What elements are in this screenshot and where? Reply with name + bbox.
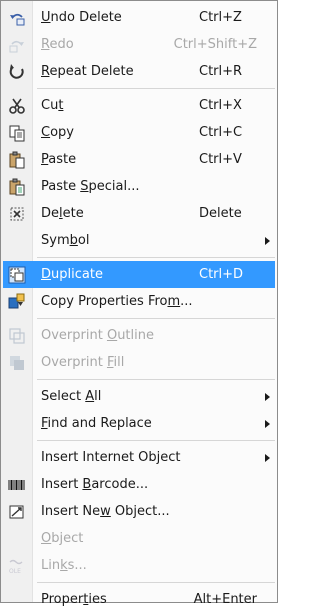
menu-item-links: OLE Links... — [3, 552, 275, 579]
menu-item-delete[interactable]: Delete Delete — [3, 200, 275, 227]
menu-item-shortcut: Ctrl+C — [199, 125, 243, 140]
menu-item-select-all[interactable]: Select All — [3, 383, 275, 410]
menu-item-paste-special[interactable]: Paste Special... — [3, 173, 275, 200]
menu-item-label: Insert Barcode... — [41, 477, 149, 492]
menu-item-label: Paste Special... — [41, 179, 140, 194]
menu-item-insert-new-object[interactable]: Insert New Object... — [3, 498, 275, 525]
menu-item-repeat-delete[interactable]: Repeat Delete Ctrl+R — [3, 58, 275, 85]
copy-properties-icon — [8, 293, 26, 311]
menu-item-paste[interactable]: Paste Ctrl+V — [3, 146, 275, 173]
repeat-delete-icon — [8, 63, 26, 81]
menu-item-label: Copy — [41, 125, 74, 140]
menu-item-shortcut: Alt+Enter — [193, 592, 257, 607]
overprint-fill-icon — [8, 354, 26, 372]
menu-item-overprint-outline: Overprint Outline — [3, 322, 275, 349]
menu-item-label: Redo — [41, 37, 74, 52]
menu-item-label: Overprint Outline — [41, 328, 154, 343]
submenu-arrow-icon — [265, 237, 270, 245]
copy-icon — [8, 124, 26, 142]
submenu-arrow-icon — [265, 454, 270, 462]
scissors-icon — [8, 97, 26, 115]
duplicate-icon — [8, 266, 26, 284]
menu-item-overprint-fill: Overprint Fill — [3, 349, 275, 376]
paste-special-icon — [8, 178, 26, 196]
menu-separator — [1, 579, 277, 586]
links-icon: OLE — [8, 557, 26, 575]
menu-item-label: Duplicate — [41, 267, 103, 282]
overprint-outline-icon — [8, 327, 26, 345]
menu-item-label: Properties — [41, 592, 107, 607]
menu-separator — [1, 376, 277, 383]
menu-item-cut[interactable]: Cut Ctrl+X — [3, 92, 275, 119]
menu-item-properties[interactable]: Properties Alt+Enter — [3, 586, 275, 613]
paste-icon — [8, 151, 26, 169]
menu-item-shortcut: Ctrl+V — [199, 152, 242, 167]
menu-item-label: Links... — [41, 558, 87, 573]
menu-item-insert-barcode[interactable]: Insert Barcode... — [3, 471, 275, 498]
menu-item-shortcut: Ctrl+Z — [199, 10, 242, 25]
menu-item-symbol[interactable]: Symbol — [3, 227, 275, 254]
menu-body: Undo Delete Ctrl+Z Redo Ctrl+Shift+Z Repeat … — [1, 1, 277, 613]
menu-item-shortcut: Delete — [199, 206, 242, 221]
edit-context-menu: Undo Delete Ctrl+Z Redo Ctrl+Shift+Z Repeat … — [0, 0, 278, 607]
menu-item-undo-delete[interactable]: Undo Delete Ctrl+Z — [3, 4, 275, 31]
menu-item-shortcut: Ctrl+X — [199, 98, 242, 113]
menu-item-redo: Redo Ctrl+Shift+Z — [3, 31, 275, 58]
menu-item-label: Delete — [41, 206, 84, 221]
menu-item-object: Object — [3, 525, 275, 552]
menu-item-label: Copy Properties From... — [41, 294, 193, 309]
menu-item-label: Find and Replace — [41, 416, 152, 431]
menu-item-copy-properties-from[interactable]: Copy Properties From... — [3, 288, 275, 315]
menu-item-label: Object — [41, 531, 84, 546]
menu-item-copy[interactable]: Copy Ctrl+C — [3, 119, 275, 146]
menu-item-shortcut: Ctrl+R — [199, 64, 243, 79]
menu-item-label: Insert Internet Object — [41, 450, 181, 465]
redo-icon — [8, 36, 26, 54]
menu-item-label: Overprint Fill — [41, 355, 125, 370]
menu-item-insert-internet-object[interactable]: Insert Internet Object — [3, 444, 275, 471]
menu-separator — [1, 254, 277, 261]
submenu-arrow-icon — [265, 393, 270, 401]
insert-object-icon — [8, 503, 26, 521]
menu-item-label: Undo Delete — [41, 10, 122, 25]
submenu-arrow-icon — [265, 420, 270, 428]
menu-item-shortcut: Ctrl+Shift+Z — [173, 37, 257, 52]
menu-item-label: Paste — [41, 152, 77, 167]
barcode-icon — [8, 476, 26, 494]
menu-item-shortcut: Ctrl+D — [199, 267, 244, 282]
menu-item-label: Insert New Object... — [41, 504, 170, 519]
menu-item-duplicate[interactable]: Duplicate Ctrl+D — [3, 261, 275, 288]
menu-item-label: Symbol — [41, 233, 90, 248]
menu-item-label: Cut — [41, 98, 64, 113]
menu-separator — [1, 85, 277, 92]
undo-delete-icon — [8, 9, 26, 27]
menu-separator — [1, 315, 277, 322]
delete-icon — [8, 205, 26, 223]
menu-separator — [1, 437, 277, 444]
menu-item-label: Select All — [41, 389, 102, 404]
menu-item-find-and-replace[interactable]: Find and Replace — [3, 410, 275, 437]
menu-item-label: Repeat Delete — [41, 64, 134, 79]
svg-text:OLE: OLE — [9, 568, 21, 575]
